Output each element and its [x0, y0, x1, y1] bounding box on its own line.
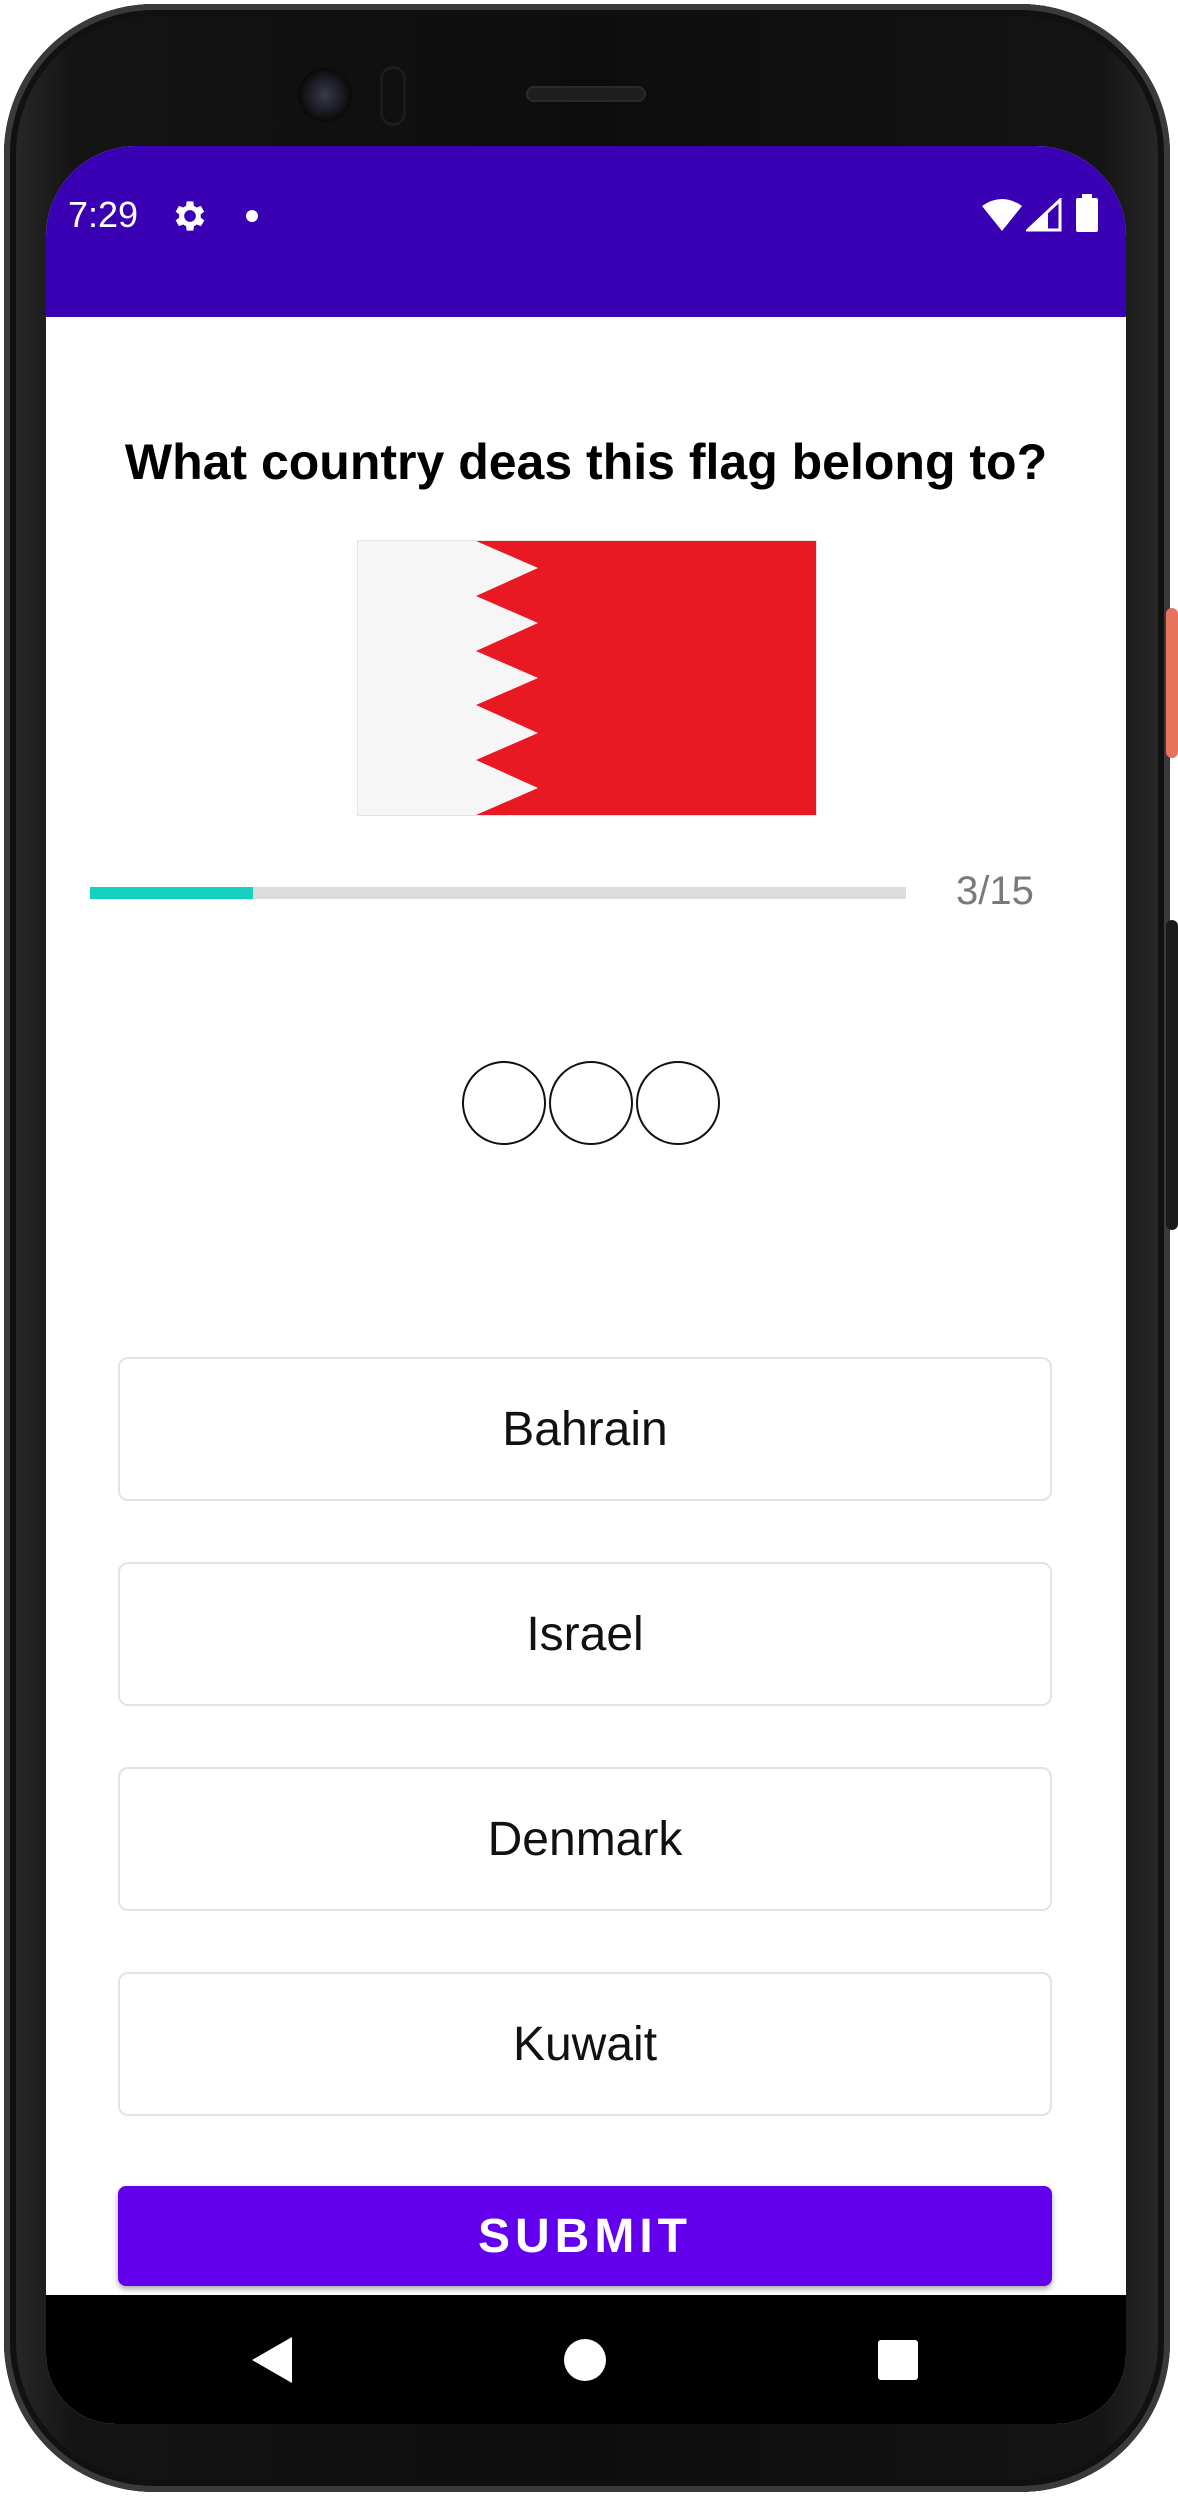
wifi-icon — [982, 199, 1022, 231]
notification-dot-icon — [246, 210, 258, 222]
quiz-content: What country deas this flag belong to? 3… — [46, 317, 1126, 2295]
back-icon[interactable] — [252, 2337, 294, 2383]
answer-option-bahrain[interactable]: Bahrain — [118, 1357, 1052, 1501]
answer-option-denmark[interactable]: Denmark — [118, 1767, 1052, 1911]
earpiece-speaker — [526, 86, 646, 102]
status-bar: 7:29 — [46, 146, 1126, 317]
answer-option-label: Denmark — [487, 1812, 683, 1866]
cell-signal-icon — [1026, 198, 1062, 232]
battery-icon — [1076, 194, 1098, 232]
life-circle-icon — [636, 1061, 720, 1145]
front-camera — [298, 68, 352, 122]
progress-bar — [90, 887, 906, 899]
volume-button — [1166, 920, 1178, 1230]
navigation-bar — [46, 2295, 1126, 2424]
home-icon[interactable] — [564, 2339, 606, 2381]
phone-frame: 7:29 What country deas this flag belong … — [0, 0, 1178, 2498]
screen: 7:29 What country deas this flag belong … — [46, 146, 1126, 2424]
submit-button[interactable]: SUBMIT — [118, 2186, 1052, 2286]
life-circle-icon — [462, 1061, 546, 1145]
progress-label: 3/15 — [956, 869, 1034, 913]
question-text: What country deas this flag belong to? — [124, 434, 1048, 490]
answer-option-kuwait[interactable]: Kuwait — [118, 1972, 1052, 2116]
recent-apps-icon[interactable] — [878, 2340, 918, 2380]
status-time: 7:29 — [68, 194, 139, 235]
answer-option-label: Bahrain — [502, 1402, 668, 1456]
answer-option-israel[interactable]: Israel — [118, 1562, 1052, 1706]
life-circle-icon — [549, 1061, 633, 1145]
flag-image — [358, 541, 816, 815]
gear-icon — [175, 201, 205, 231]
progress-bar-fill — [90, 887, 254, 899]
lives-indicator — [462, 1061, 723, 1145]
answer-option-label: Kuwait — [512, 2017, 658, 2071]
answer-option-label: Israel — [526, 1607, 644, 1661]
power-button — [1166, 608, 1178, 758]
proximity-sensor — [380, 66, 406, 126]
